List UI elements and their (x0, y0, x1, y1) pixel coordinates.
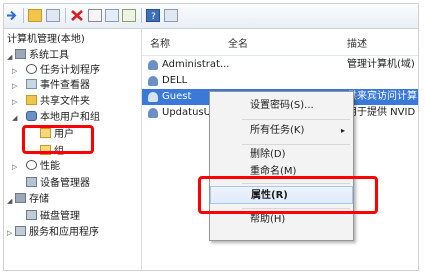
user-icon (148, 108, 158, 118)
user-icon (148, 92, 158, 102)
show-hide-tree-icon[interactable] (46, 9, 60, 22)
device-manager-icon (26, 177, 37, 187)
tree-item-device-manager[interactable]: 设备管理器 (26, 177, 90, 190)
tree-item-event-viewer[interactable]: 事件查看器 (26, 79, 90, 92)
menu-item-delete[interactable]: 删除(D) (210, 146, 353, 164)
tree-item-local-users-groups[interactable]: 本地用户和组 (26, 111, 100, 124)
disk-icon (26, 210, 37, 220)
column-header-name[interactable]: 名称 (150, 37, 170, 53)
submenu-arrow-icon: ▸ (340, 126, 345, 135)
highlight-box-properties (198, 176, 378, 214)
tree-item-task-scheduler[interactable]: 任务计划程序 (26, 64, 100, 77)
performance-icon (26, 160, 37, 170)
table-row[interactable]: Administrat... 管理计算机(域) (142, 57, 418, 73)
user-icon (148, 60, 158, 70)
user-icon (148, 76, 158, 86)
users-icon (26, 111, 37, 121)
storage-icon (15, 193, 26, 203)
properties-icon[interactable] (88, 9, 102, 22)
tree-root[interactable]: 计算机管理(本地) (7, 33, 85, 46)
export-list-icon[interactable] (122, 9, 136, 22)
tree-root-label: 计算机管理(本地) (7, 34, 85, 45)
column-header-fullname[interactable]: 全名 (228, 37, 248, 53)
tree-item-performance[interactable]: 性能 (26, 160, 60, 173)
tree-item-shared-folders[interactable]: 共享文件夹 (26, 95, 90, 108)
shared-folder-icon (26, 95, 37, 105)
delete-icon[interactable] (70, 9, 84, 22)
view-icon[interactable] (164, 9, 178, 22)
tree-item-services-apps[interactable]: 服务和应用程序 (15, 226, 99, 239)
tree-item-system-tools[interactable]: 系统工具 (15, 49, 69, 62)
toolbox-icon (15, 49, 26, 59)
context-menu: 设置密码(S)... 所有任务(K) ▸ 删除(D) 重命名(M) 属性(R) … (209, 91, 354, 241)
up-folder-icon[interactable] (28, 9, 42, 22)
tree-item-storage[interactable]: 存储 (15, 193, 49, 206)
column-header-description[interactable]: 描述 (347, 37, 367, 53)
table-row[interactable]: DELL (142, 73, 418, 89)
svg-text:?: ? (151, 12, 156, 21)
clock-icon (26, 64, 37, 74)
computer-management-window: ? 计算机管理(本地) ◢ 系统工具 ▷ 任务计划程序 ▷ 事件查看器 ▷ 共享… (3, 3, 419, 271)
refresh-icon[interactable] (105, 9, 119, 22)
help-icon[interactable]: ? (146, 9, 160, 22)
menu-item-all-tasks[interactable]: 所有任务(K) ▸ (210, 122, 353, 140)
highlight-box-users (22, 125, 94, 154)
event-viewer-icon (26, 79, 37, 89)
forward-arrow-icon[interactable] (5, 9, 19, 22)
toolbar: ? (4, 4, 418, 29)
tree-item-disk-management[interactable]: 磁盘管理 (26, 210, 80, 223)
services-icon (15, 226, 26, 236)
menu-item-set-password[interactable]: 设置密码(S)... (210, 97, 353, 115)
